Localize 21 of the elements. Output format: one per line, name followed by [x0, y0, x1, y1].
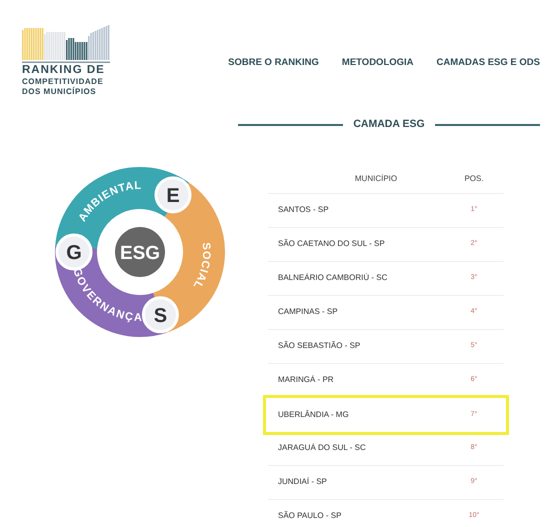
logo-subtitle: COMPETITIVIDADE [22, 77, 104, 86]
municipality-cell-text: CAMPINAS - SP [277, 306, 339, 318]
municipality-cell-text: JUNDIAÍ - SP [277, 476, 328, 488]
column-header: MUNICÍPIO [354, 173, 398, 186]
logo-title: RANKING DE [22, 64, 105, 77]
municipality-cell-text: SÃO SEBASTIÃO - SP [277, 340, 362, 352]
municipality-cell-text: SÃO PAULO - SP [277, 510, 342, 522]
municipality-cell-text: SÃO CAETANO DO SUL - SP [277, 238, 386, 250]
column-header: POS. [463, 173, 485, 186]
center-badge: ESG [115, 227, 165, 277]
municipality-cell-text: MARINGÁ - PR [277, 374, 335, 386]
municipality-cell-text: JARAGUÁ DO SUL - SC [277, 442, 367, 454]
section-title: CAMADA ESG [353, 117, 425, 132]
logo-bars-icon [22, 24, 110, 64]
municipality-cell-text: SANTOS - SP [277, 204, 330, 216]
logo-subtitle: DOS MUNICÍPIOS [22, 87, 96, 97]
municipality-cell-text: UBERLÂNDIA - MG [277, 408, 350, 421]
nav-link[interactable]: METODOLOGIA [342, 56, 414, 70]
nav-link[interactable]: CAMADAS ESG E ODS [436, 56, 540, 70]
nav-link[interactable]: SOBRE O RANKING [228, 56, 319, 70]
municipality-cell-text: BALNEÁRIO CAMBORIÚ - SC [277, 272, 388, 284]
